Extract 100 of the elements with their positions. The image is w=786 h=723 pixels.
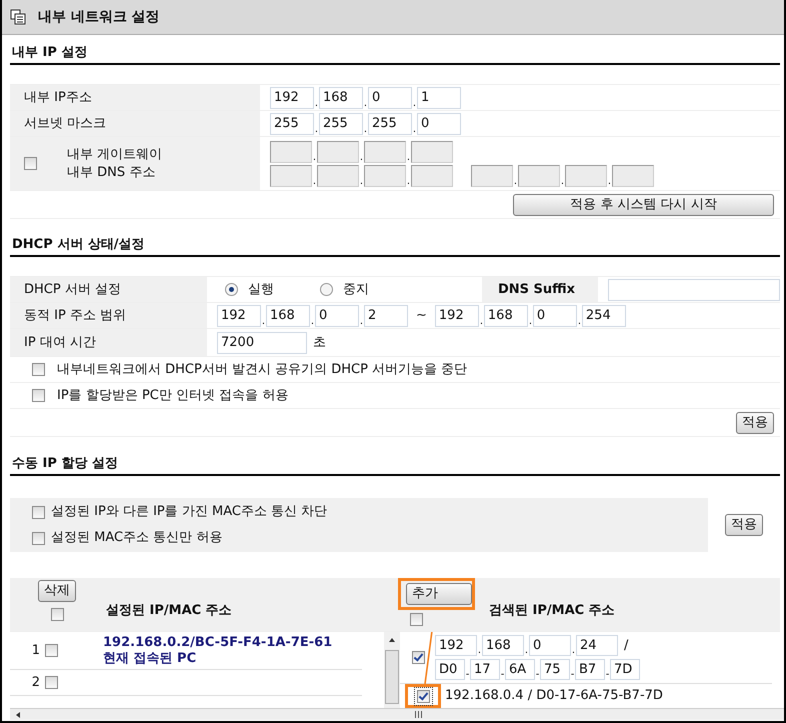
- separator: -: [465, 670, 470, 680]
- section-heading: 수동 IP 할당 설정: [10, 437, 780, 476]
- input-field[interactable]: 75: [540, 659, 570, 680]
- field-label: 서브넷 마스크: [24, 116, 106, 132]
- checkbox[interactable]: [32, 532, 45, 544]
- separator: .: [524, 646, 529, 656]
- input-field[interactable]: B7: [575, 659, 605, 680]
- input-field[interactable]: 0: [529, 635, 571, 656]
- input-field[interactable]: 168: [482, 635, 524, 656]
- input-field[interactable]: 168: [484, 304, 528, 326]
- separator: .: [312, 176, 317, 186]
- input-field[interactable]: 6A: [505, 659, 535, 680]
- separator: .: [412, 124, 417, 134]
- separator: /: [624, 638, 628, 654]
- separator: .: [513, 176, 518, 186]
- separator: .: [359, 152, 364, 162]
- input-field[interactable]: 192: [217, 304, 261, 326]
- row-number: 1: [30, 642, 40, 658]
- checkbox[interactable]: [412, 651, 425, 664]
- input-field[interactable]: 17: [470, 659, 500, 680]
- separator: .: [560, 176, 565, 186]
- input-field[interactable]: 0: [532, 304, 577, 326]
- column-heading: 설정된 IP/MAC 주소: [106, 603, 232, 619]
- input-field[interactable]: 255: [270, 112, 314, 134]
- separator: .: [312, 152, 317, 162]
- radio-button[interactable]: [225, 283, 238, 296]
- separator: .: [310, 316, 315, 326]
- input-field[interactable]: 254: [582, 304, 626, 326]
- checkbox[interactable]: [50, 608, 64, 621]
- field-label: 내부 게이트웨이: [67, 146, 162, 162]
- section-heading: DHCP 서버 상태/설정: [10, 219, 780, 257]
- separator: .: [359, 316, 364, 326]
- scroll-up-icon[interactable]: [389, 638, 395, 642]
- input-field[interactable]: 255: [368, 112, 412, 134]
- delete-button[interactable]: 삭제: [38, 580, 76, 602]
- option-label: 설정된 MAC주소 통신만 허용: [51, 530, 222, 546]
- unit-label: 초: [313, 334, 326, 350]
- radio-option[interactable]: 실행: [225, 282, 274, 298]
- separator: -: [570, 670, 575, 680]
- separator: .: [406, 176, 411, 186]
- input-field[interactable]: 255: [319, 112, 363, 134]
- dns-suffix-field[interactable]: [608, 278, 780, 300]
- row-number: 2: [30, 674, 40, 690]
- checkbox[interactable]: [24, 157, 37, 170]
- checkbox[interactable]: [45, 644, 58, 657]
- separator: .: [576, 316, 582, 326]
- separator: .: [607, 176, 612, 186]
- section-heading: 내부 IP 설정: [10, 35, 780, 65]
- horizontal-scrollbar[interactable]: [10, 708, 784, 720]
- separator: .: [478, 316, 484, 326]
- apply-button[interactable]: 적용: [725, 514, 763, 536]
- input-field[interactable]: 0: [315, 304, 359, 326]
- input-field[interactable]: 7D: [610, 659, 640, 680]
- separator: .: [406, 152, 411, 162]
- apply-button[interactable]: 적용: [736, 412, 774, 434]
- radio-option[interactable]: 중지: [320, 282, 369, 298]
- note-text: 현재 접속된 PC: [103, 650, 198, 666]
- separator: .: [314, 124, 319, 134]
- input-field[interactable]: D0: [435, 659, 465, 680]
- field-label: DHCP 서버 설정: [24, 282, 121, 298]
- input-field[interactable]: 168: [319, 86, 363, 108]
- input-field[interactable]: 1: [417, 86, 461, 108]
- scroll-left-icon[interactable]: [16, 712, 20, 718]
- windows-icon: [10, 9, 26, 25]
- input-field[interactable]: 0: [368, 86, 412, 108]
- option-label: 설정된 IP와 다른 IP를 가진 MAC주소 통신 차단: [51, 504, 328, 520]
- add-button[interactable]: 추가: [406, 583, 472, 605]
- address-text: 192.168.0.2/BC-5F-F4-1A-7E-61: [103, 634, 332, 650]
- input-field[interactable]: 192: [434, 304, 479, 326]
- separator: .: [571, 646, 576, 656]
- checkbox[interactable]: [32, 506, 45, 518]
- apply-restart-button[interactable]: 적용 후 시스템 다시 시작: [513, 194, 774, 216]
- input-field[interactable]: 2: [364, 304, 408, 326]
- range-separator: ~: [416, 308, 427, 324]
- separator: .: [314, 98, 319, 108]
- input-field[interactable]: 24: [576, 635, 618, 656]
- checkbox[interactable]: [32, 389, 45, 402]
- radio-button[interactable]: [320, 283, 333, 296]
- scroll-grip-icon: [415, 711, 423, 718]
- input-field[interactable]: 192: [435, 635, 477, 656]
- option-label: IP를 할당받은 PC만 인터넷 접속을 허용: [57, 388, 288, 404]
- vertical-scrollbar[interactable]: [384, 632, 400, 708]
- column-heading: 검색된 IP/MAC 주소: [489, 603, 615, 619]
- separator: .: [359, 176, 364, 186]
- field-label: 내부 DNS 주소: [67, 164, 156, 180]
- separator: .: [477, 646, 482, 656]
- checkbox[interactable]: [32, 363, 45, 376]
- option-label: 내부네트워크에서 DHCP서버 발견시 공유기의 DHCP 서버기능을 중단: [57, 362, 468, 378]
- lease-time-field[interactable]: 7200: [217, 332, 307, 354]
- input-field[interactable]: 168: [266, 304, 310, 326]
- separator: .: [261, 316, 266, 326]
- input-field[interactable]: 192: [270, 86, 314, 108]
- checkbox[interactable]: [410, 613, 423, 626]
- separator: -: [535, 670, 540, 680]
- checkbox[interactable]: [45, 676, 58, 689]
- separator: -: [500, 670, 505, 680]
- window-title: 내부 네트워크 설정: [38, 9, 160, 25]
- input-field[interactable]: 0: [417, 112, 461, 134]
- scroll-thumb[interactable]: [385, 650, 399, 704]
- field-label: 내부 IP주소: [24, 90, 92, 106]
